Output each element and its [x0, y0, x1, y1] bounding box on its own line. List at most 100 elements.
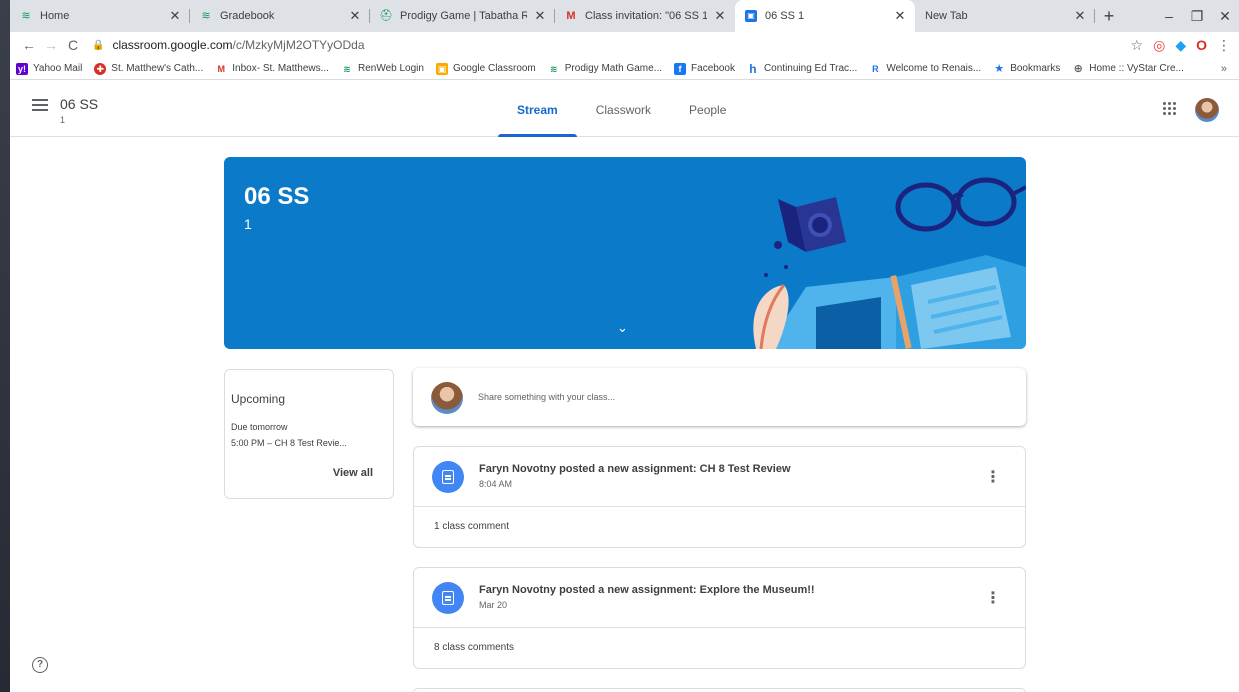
close-icon[interactable]: ✕: [1073, 8, 1087, 24]
upcoming-item[interactable]: 5:00 PM – CH 8 Test Revie...: [231, 438, 347, 448]
browser-tab-active-class[interactable]: ▣ 06 SS 1 ✕: [735, 0, 915, 32]
bookmark-label: Google Classroom: [452, 63, 536, 74]
account-avatar[interactable]: [1195, 98, 1219, 122]
desktop-background: [0, 0, 10, 692]
more-bookmarks-button[interactable]: »: [1221, 63, 1227, 75]
post-comments-link[interactable]: 1 class comment: [414, 507, 1025, 547]
close-icon[interactable]: ✕: [533, 8, 547, 24]
browser-tab-gradebook[interactable]: ≋ Gradebook ✕: [190, 0, 370, 32]
post-header[interactable]: Faryn Novotny posted a new assignment: C…: [414, 447, 1025, 507]
assignment-icon: [432, 461, 464, 493]
bookmark-label: Facebook: [691, 63, 735, 74]
bookmark-label: Welcome to Renais...: [886, 63, 982, 74]
star-icon: ★: [994, 62, 1005, 75]
classroom-icon: ≋: [201, 10, 211, 22]
reload-icon[interactable]: C: [62, 37, 84, 53]
classroom-icon: ▣: [745, 10, 757, 22]
bookmark-item[interactable]: ≋ Prodigy Math Game...: [548, 63, 662, 75]
opera-icon[interactable]: O: [1196, 37, 1207, 53]
tab-stream[interactable]: Stream: [498, 80, 577, 137]
facebook-icon: f: [674, 62, 687, 75]
stream-post[interactable]: [413, 688, 1026, 692]
class-name[interactable]: 06 SS: [60, 96, 98, 112]
banner-section: 1: [244, 216, 252, 232]
bookmark-item[interactable]: ≋ RenWeb Login: [341, 63, 424, 75]
app-bar: 06 SS 1 Stream Classwork People: [10, 80, 1239, 137]
user-avatar: [431, 382, 463, 414]
minimize-icon[interactable]: –: [1155, 0, 1183, 32]
renweb-icon: ≋: [343, 63, 351, 74]
bookmark-label: Yahoo Mail: [33, 63, 83, 74]
bookmark-item[interactable]: M Inbox- St. Matthews...: [215, 63, 329, 75]
close-icon[interactable]: ✕: [348, 8, 362, 24]
tab-people[interactable]: People: [670, 80, 745, 137]
tab-title: 06 SS 1: [765, 10, 805, 22]
bookmarks-bar: y! Yahoo Mail ✚ St. Matthew's Cath... M Inb…: [10, 58, 1239, 80]
bookmark-label: St. Matthew's Cath...: [111, 63, 204, 74]
stream-post[interactable]: Faryn Novotny posted a new assignment: E…: [413, 567, 1026, 669]
restore-icon[interactable]: ❐: [1183, 0, 1211, 32]
bookmark-item[interactable]: ★ Bookmarks: [993, 63, 1060, 75]
browser-tab-gmail[interactable]: M Class invitation: "06 SS 1" - trh ✕: [555, 0, 735, 32]
tab-strip: ≋ Home ✕ ≋ Gradebook ✕ ⛑ Prodigy Game | …: [10, 0, 1239, 32]
close-icon[interactable]: ✕: [168, 8, 182, 24]
upcoming-due-label: Due tomorrow: [231, 422, 288, 432]
browser-tab-new[interactable]: New Tab ✕: [915, 0, 1095, 32]
class-section: 1: [60, 115, 66, 125]
browser-tab-prodigy[interactable]: ⛑ Prodigy Game | Tabatha Rhod ✕: [370, 0, 555, 32]
extension-icon[interactable]: ◎: [1153, 37, 1165, 54]
upcoming-title: Upcoming: [231, 392, 286, 406]
back-icon[interactable]: ←: [18, 37, 40, 53]
bookmark-label: Inbox- St. Matthews...: [232, 63, 329, 74]
prodigy-icon: ⛑: [379, 10, 393, 22]
new-tab-button[interactable]: +: [1095, 0, 1123, 32]
bookmark-item[interactable]: f Facebook: [674, 62, 735, 75]
address-bar-row: ← → C 🔒 classroom.google.com/c/MzkyMjM2O…: [10, 32, 1239, 58]
tab-title: Prodigy Game | Tabatha Rhod: [400, 10, 527, 22]
banner-title: 06 SS: [244, 183, 310, 210]
more-options-icon[interactable]: ⋮: [985, 588, 1001, 608]
star-icon[interactable]: ☆: [1131, 37, 1144, 54]
bookmark-item[interactable]: ⊕ Home :: VyStar Cre...: [1072, 63, 1184, 75]
bookmark-item[interactable]: y! Yahoo Mail: [16, 62, 83, 75]
bookmark-label: Home :: VyStar Cre...: [1089, 63, 1184, 74]
tab-classwork[interactable]: Classwork: [577, 80, 670, 137]
banner-illustration: [753, 177, 1026, 349]
chevron-down-icon[interactable]: ⌄: [617, 320, 628, 336]
stream-post[interactable]: Faryn Novotny posted a new assignment: C…: [413, 446, 1026, 548]
bookmark-item[interactable]: R Welcome to Renais...: [869, 63, 981, 75]
class-banner: 06 SS 1 ⌄: [224, 157, 1026, 349]
url-path: /c/MzkyMjM2OTYyODda: [232, 38, 365, 52]
more-menu-icon[interactable]: ⋮: [1217, 37, 1231, 54]
close-icon[interactable]: ✕: [713, 8, 727, 24]
close-window-icon[interactable]: ✕: [1211, 0, 1239, 32]
browser-tab-home[interactable]: ≋ Home ✕: [10, 0, 190, 32]
post-header[interactable]: Faryn Novotny posted a new assignment: E…: [414, 568, 1025, 628]
post-comments-link[interactable]: 8 class comments: [414, 628, 1025, 668]
forward-icon[interactable]: →: [40, 37, 62, 53]
class-nav-tabs: Stream Classwork People: [498, 80, 745, 137]
share-box[interactable]: Share something with your class...: [413, 368, 1026, 426]
url-host: classroom.google.com: [112, 38, 233, 52]
bookmark-item[interactable]: ✚ St. Matthew's Cath...: [94, 62, 204, 75]
hamburger-menu-icon[interactable]: [32, 99, 48, 113]
tab-title: Gradebook: [220, 10, 275, 22]
classroom-page: 06 SS 1 Stream Classwork People 06 SS 1: [10, 80, 1239, 692]
toolbar-extensions: ☆ ◎ ◆ O ⋮: [1131, 37, 1231, 54]
hm-icon: h: [749, 61, 757, 76]
more-options-icon[interactable]: ⋮: [985, 467, 1001, 487]
window-controls: – ❐ ✕: [1155, 0, 1239, 32]
classroom-icon: ▣: [435, 62, 448, 75]
bookmark-label: Continuing Ed Trac...: [763, 63, 858, 74]
close-icon[interactable]: ✕: [893, 8, 907, 24]
bookmark-item[interactable]: h Continuing Ed Trac...: [747, 63, 857, 75]
bookmark-label: Prodigy Math Game...: [564, 63, 663, 74]
google-apps-icon[interactable]: [1163, 102, 1177, 116]
classroom-icon: ≋: [21, 10, 31, 22]
extension-icon[interactable]: ◆: [1175, 37, 1186, 54]
bookmark-item[interactable]: ▣ Google Classroom: [435, 62, 536, 75]
prodigy-icon: ≋: [549, 63, 558, 74]
view-all-link[interactable]: View all: [333, 467, 373, 479]
url-field[interactable]: 🔒 classroom.google.com/c/MzkyMjM2OTYyODd…: [92, 38, 1131, 52]
help-icon[interactable]: ?: [32, 657, 48, 673]
